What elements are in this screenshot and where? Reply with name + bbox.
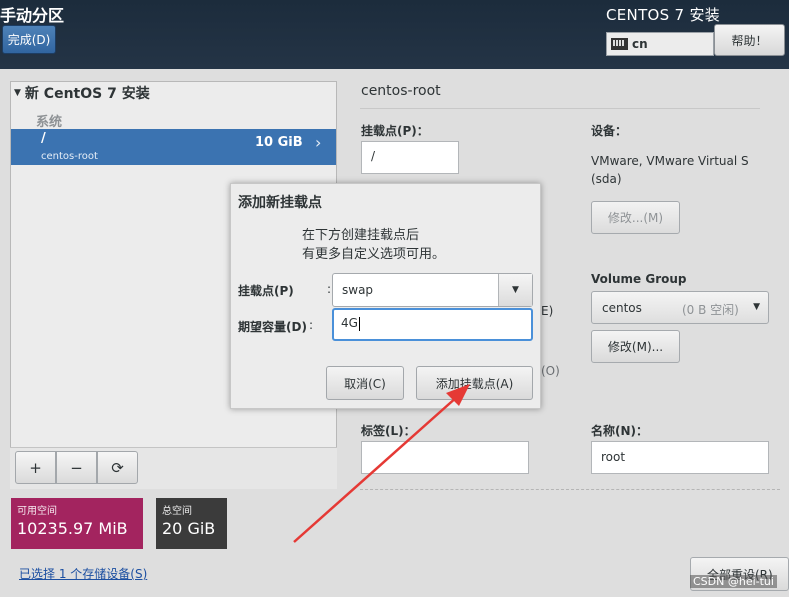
partition-row-description: centos-root	[41, 151, 98, 162]
keyboard-layout-indicator[interactable]: cn	[606, 32, 714, 56]
label-field[interactable]	[361, 441, 529, 474]
name-field[interactable]: root	[591, 441, 769, 474]
plus-icon: +	[29, 458, 42, 477]
page-title: 手动分区	[0, 6, 65, 25]
dropdown-arrow-icon[interactable]: ▼	[498, 274, 532, 306]
dialog-capacity-input[interactable]: 4G	[332, 308, 533, 341]
modify-device-button[interactable]: 修改...(M)	[591, 201, 680, 234]
volume-group-value: centos	[602, 300, 642, 315]
dropdown-arrow-icon: ▼	[753, 302, 760, 312]
done-button[interactable]: 完成(D)	[2, 25, 56, 54]
refresh-icon: ⟳	[111, 458, 124, 477]
device-label: 设备：	[591, 124, 628, 138]
help-button[interactable]: 帮助！	[714, 24, 785, 56]
detail-divider	[360, 108, 760, 109]
chevron-right-icon: ›	[315, 133, 322, 152]
text-cursor	[358, 316, 360, 331]
expander-down-icon[interactable]: ▼	[14, 88, 21, 98]
volume-group-select[interactable]: centos (0 B 空闲) ▼	[591, 291, 769, 324]
tree-root-label: 新 CentOS 7 安装	[24, 86, 150, 102]
watermark: CSDN @hei-tui	[690, 575, 777, 588]
available-space-value: 10235.97 MiB	[17, 519, 128, 538]
dialog-mount-point-label: 挂载点(P)	[238, 284, 294, 298]
tree-root-item[interactable]: ▼ 新 CentOS 7 安装	[14, 83, 150, 103]
device-value: VMware, VMware Virtual S (sda)	[591, 154, 749, 186]
volume-group-label: Volume Group	[591, 272, 687, 286]
dialog-add-mount-point-button[interactable]: 添加挂载点(A)	[416, 366, 533, 400]
refresh-button[interactable]: ⟳	[97, 451, 138, 484]
dialog-mount-point-colon: :	[327, 282, 332, 296]
remove-partition-button[interactable]: −	[56, 451, 97, 484]
selected-storage-link[interactable]: 已选择 1 个存储设备(S)	[19, 565, 147, 582]
available-space-label: 可用空间	[17, 506, 57, 517]
mount-point-label: 挂载点(P)：	[361, 124, 429, 138]
detail-title: centos-root	[361, 83, 441, 99]
available-space-box: 可用空间 10235.97 MiB	[11, 498, 143, 549]
total-space-label: 总空间	[162, 506, 192, 517]
dialog-description-line1: 在下方创建挂载点后	[302, 228, 420, 243]
dialog-cancel-button[interactable]: 取消(C)	[326, 366, 404, 400]
dialog-description-line2: 有更多自定义选项可用。	[302, 247, 446, 262]
modify-volume-group-button[interactable]: 修改(M)...	[591, 330, 680, 363]
obscured-label-fragment-o: (O)	[541, 364, 560, 378]
total-space-value: 20 GiB	[162, 519, 216, 538]
dialog-capacity-colon: :	[309, 318, 314, 332]
partition-row-mount: /	[41, 131, 46, 146]
add-partition-button[interactable]: +	[15, 451, 56, 484]
dashed-separator	[360, 489, 780, 490]
volume-group-free: (0 B 空闲)	[682, 303, 739, 317]
product-title: CENTOS 7 安装	[606, 6, 721, 24]
dialog-title: 添加新挂载点	[238, 195, 322, 211]
dialog-mount-point-value: swap	[342, 283, 374, 297]
dialog-mount-point-combobox[interactable]: swap ▼	[332, 273, 533, 307]
obscured-label-fragment-e: E)	[541, 304, 554, 318]
dialog-capacity-value: 4G	[341, 316, 358, 330]
mount-point-field[interactable]: /	[361, 141, 459, 174]
name-field-label: 名称(N)：	[591, 424, 649, 438]
label-field-label: 标签(L)：	[361, 424, 416, 438]
keyboard-layout-label: cn	[632, 37, 648, 51]
total-space-box: 总空间 20 GiB	[156, 498, 227, 549]
keyboard-icon	[611, 38, 628, 50]
minus-icon: −	[70, 458, 83, 477]
partition-row-size: 10 GiB	[255, 135, 303, 150]
tree-group-label: 系统	[36, 115, 63, 130]
dialog-capacity-label: 期望容量(D)	[238, 320, 307, 334]
